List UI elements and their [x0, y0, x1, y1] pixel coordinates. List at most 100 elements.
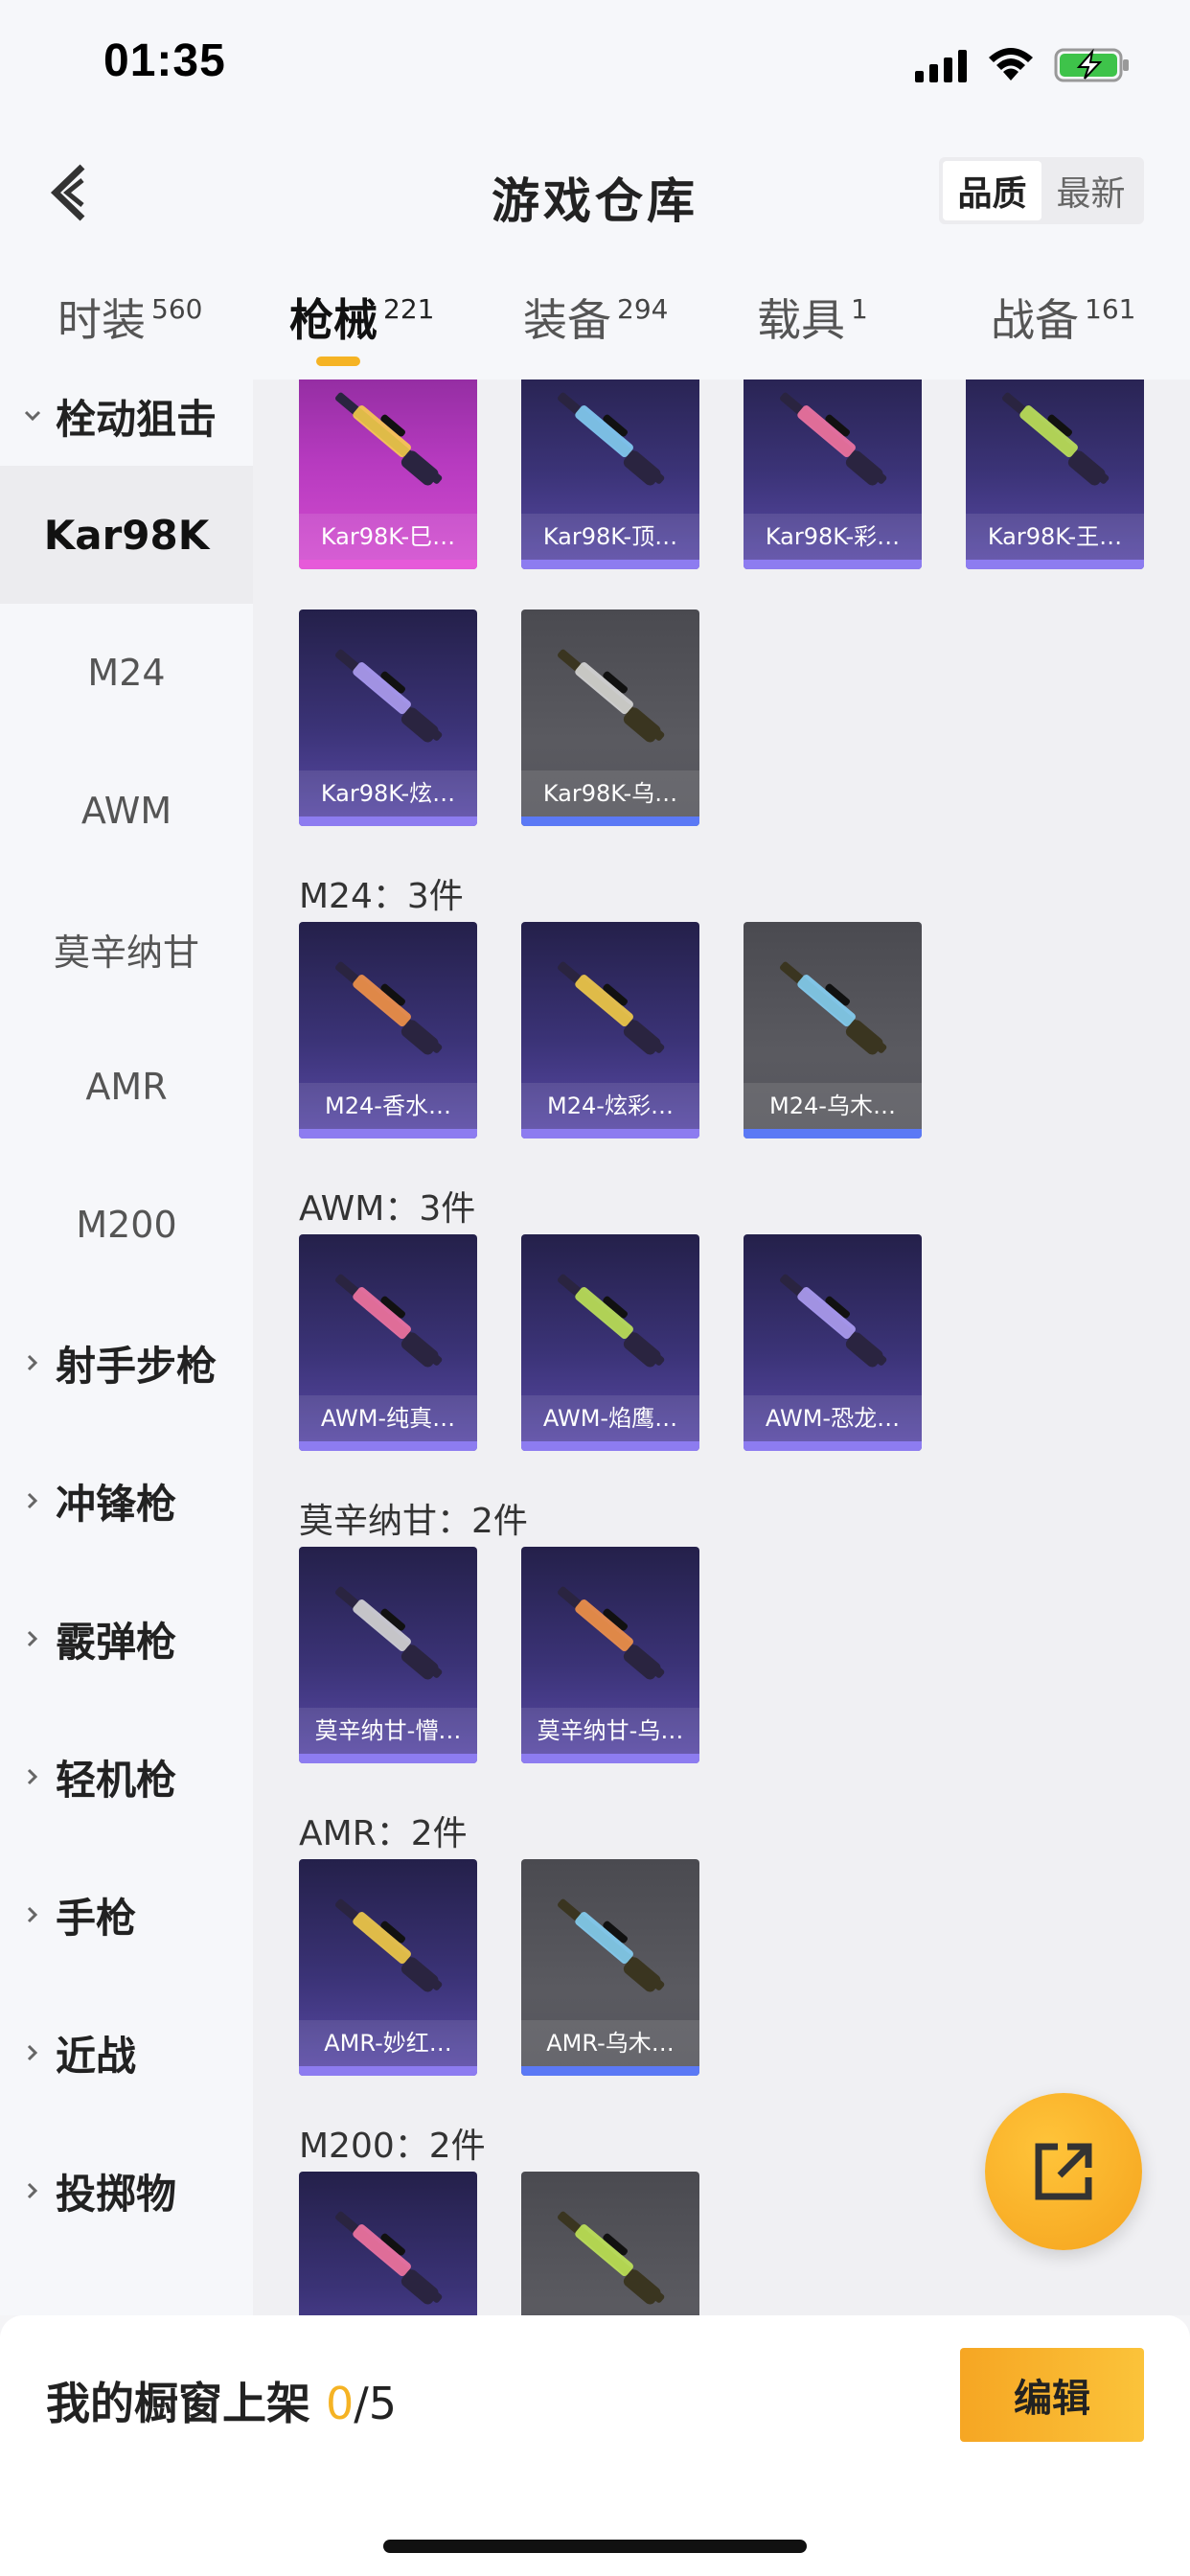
skin-card[interactable]: AWM-焰鹰… [521, 1234, 699, 1451]
skin-name: AWM-恐龙… [744, 1395, 922, 1441]
sidebar-item-m24[interactable]: M24 [0, 604, 253, 742]
rifle-icon [558, 1898, 665, 1992]
section-title: AMR：2件 [299, 1814, 468, 1853]
showcase-total: /5 [354, 2378, 398, 2429]
chevron-right-icon [27, 1630, 38, 1647]
section-title: AWM：3件 [299, 1189, 476, 1229]
skin-card[interactable]: AWM-恐龙… [744, 1234, 922, 1451]
sidebar-category-label: 射手步枪 [56, 1342, 217, 1390]
skin-card[interactable]: Kar98K-乌… [521, 610, 699, 826]
sidebar-item-m200[interactable]: M200 [0, 1156, 253, 1294]
rarity-bar [299, 1754, 477, 1763]
rarity-bar [966, 560, 1144, 569]
weapon-sidebar: 栓动狙击 Kar98K M24 AWM 莫辛纳甘 AMR M200 射手步枪 冲… [0, 380, 253, 2315]
tab-supplies[interactable]: 战备 161 [991, 286, 1135, 349]
skin-name: Kar98K-巳… [299, 514, 477, 560]
rarity-bar [299, 560, 477, 569]
tab-label: 战备 [991, 294, 1079, 346]
skin-card[interactable]: Kar98K-顶… [521, 380, 699, 569]
skin-card[interactable]: AMR-妙红… [299, 1859, 477, 2076]
rifle-icon [558, 1586, 665, 1680]
edit-button[interactable]: 编辑 [960, 2348, 1144, 2442]
tab-guns[interactable]: 枪械 221 [289, 286, 434, 349]
skin-card[interactable]: AWM-纯真… [299, 1234, 477, 1451]
sidebar-item-awm[interactable]: AWM [0, 742, 253, 880]
section-title: 莫辛纳甘：2件 [299, 1502, 528, 1541]
sort-option-newest[interactable]: 最新 [1041, 161, 1140, 220]
sort-toggle: 品质 最新 [939, 157, 1144, 224]
share-button[interactable] [985, 2093, 1142, 2250]
tab-equipment[interactable]: 装备 294 [523, 286, 668, 349]
skin-name: Kar98K-乌… [521, 770, 699, 816]
tab-fashion[interactable]: 时装 560 [57, 286, 202, 349]
showcase-status: 我的橱窗上架 0/5 [46, 2369, 397, 2432]
sidebar-category-label: 栓动狙击 [56, 395, 217, 443]
skin-card[interactable]: M24-香水… [299, 922, 477, 1138]
nav-header: 游戏仓库 品质 最新 [0, 134, 1190, 249]
skin-name: Kar98K-炫… [299, 770, 477, 816]
skin-card[interactable]: M200-惊鸿… [299, 2172, 477, 2315]
rifle-icon [558, 392, 665, 486]
sidebar-category-smg[interactable]: 冲锋枪 [0, 1432, 253, 1570]
chevron-right-icon [27, 1768, 38, 1785]
tab-count: 221 [383, 293, 435, 325]
sort-option-quality[interactable]: 品质 [943, 161, 1041, 220]
skin-name: AMR-妙红… [299, 2020, 477, 2066]
rarity-bar [521, 816, 699, 826]
sidebar-category-melee[interactable]: 近战 [0, 1984, 253, 2122]
skin-card[interactable]: Kar98K-彩… [744, 380, 922, 569]
tab-count: 294 [617, 293, 669, 325]
showcase-label: 我的橱窗上架 [46, 2378, 310, 2429]
cellular-signal-icon [915, 50, 967, 82]
sidebar-item-kar98k[interactable]: Kar98K [0, 466, 253, 604]
chevron-down-icon [24, 410, 41, 422]
sidebar-category-label: 投掷物 [56, 2170, 177, 2218]
rifle-icon [335, 961, 443, 1055]
rarity-bar [744, 1129, 922, 1138]
skin-card[interactable]: 莫辛纳甘-乌… [521, 1547, 699, 1763]
sidebar-category-dmr[interactable]: 射手步枪 [0, 1294, 253, 1432]
rifle-icon [780, 392, 887, 486]
sidebar-category-label: 近战 [56, 2032, 137, 2080]
skin-name: Kar98K-王… [966, 514, 1144, 560]
sidebar-item-mosin[interactable]: 莫辛纳甘 [0, 880, 253, 1018]
rarity-bar [521, 1754, 699, 1763]
skin-card[interactable]: M200-乌木… [521, 2172, 699, 2315]
sidebar-category-lmg[interactable]: 轻机枪 [0, 1708, 253, 1846]
skin-card[interactable]: M24-乌木… [744, 922, 922, 1138]
skin-name: Kar98K-顶… [521, 514, 699, 560]
share-external-icon [1035, 2143, 1092, 2200]
skin-card[interactable]: Kar98K-炫… [299, 610, 477, 826]
sidebar-category-pistol[interactable]: 手枪 [0, 1846, 253, 1984]
skin-name: M24-乌木… [744, 1083, 922, 1129]
category-tabs: 时装 560 枪械 221 装备 294 载具 1 战备 161 [0, 249, 1190, 380]
rifle-icon [335, 649, 443, 743]
skin-card[interactable]: AMR-乌木… [521, 1859, 699, 2076]
sidebar-category-throwable[interactable]: 投掷物 [0, 2122, 253, 2260]
wifi-icon [989, 48, 1033, 80]
sidebar-category-shotgun[interactable]: 霰弹枪 [0, 1570, 253, 1708]
chevron-right-icon [27, 2044, 38, 2061]
rarity-bar [744, 1441, 922, 1451]
rarity-bar [299, 2066, 477, 2076]
skin-name: M24-炫彩… [521, 1083, 699, 1129]
tab-label: 时装 [57, 294, 146, 346]
tab-vehicles[interactable]: 载具 1 [757, 286, 868, 349]
home-indicator [383, 2540, 807, 2553]
skin-name: AWM-焰鹰… [521, 1395, 699, 1441]
skin-card[interactable]: M24-炫彩… [521, 922, 699, 1138]
skin-card[interactable]: Kar98K-巳… [299, 380, 477, 569]
rarity-bar [299, 816, 477, 826]
skin-name: AWM-纯真… [299, 1395, 477, 1441]
rifle-icon [558, 649, 665, 743]
sidebar-category-label: 手枪 [56, 1894, 137, 1942]
skin-name: AMR-乌木… [521, 2020, 699, 2066]
status-bar: 01:35 [0, 0, 1190, 134]
bottom-bar: 我的橱窗上架 0/5 编辑 [0, 2315, 1190, 2576]
skin-name: M24-香水… [299, 1083, 477, 1129]
skin-card[interactable]: 莫辛纳甘-懵… [299, 1547, 477, 1763]
sidebar-item-amr[interactable]: AMR [0, 1018, 253, 1156]
rifle-icon [558, 961, 665, 1055]
rifle-icon [335, 2211, 443, 2305]
skin-card[interactable]: Kar98K-王… [966, 380, 1144, 569]
